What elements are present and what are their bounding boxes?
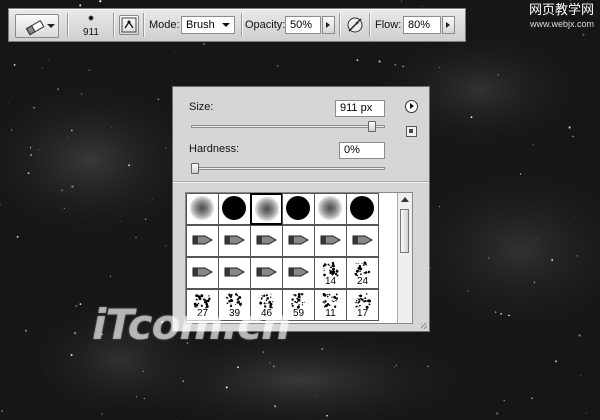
hardness-field[interactable]: 0% [339,142,385,159]
brush-preset-tip[interactable] [186,257,219,289]
brush-tip-icon [288,267,310,277]
brush-preset-tip[interactable] [218,225,251,257]
brush-size-readout: 911 [83,27,99,38]
brush-preset-hard[interactable] [218,193,251,225]
brush-preset-soft[interactable] [250,193,283,225]
toggle-brush-panel-icon [121,17,137,33]
brush-tip-icon [255,197,279,221]
brush-tip-icon [318,196,342,220]
chevron-down-icon [47,24,55,28]
panel-divider [173,181,429,183]
brush-preset-picker[interactable]: 911 [77,12,105,40]
watermark-site: 网页教学网 www.webjx.com [529,3,594,31]
brush-tip-icon [222,196,246,220]
size-slider-track[interactable] [191,125,385,128]
size-slider-thumb[interactable] [367,121,376,132]
mode-select-value: Brush [186,19,215,31]
brush-tip-icon [256,267,278,277]
resize-grip[interactable] [421,323,427,329]
hardness-label: Hardness: [189,143,240,155]
scrollbar-thumb[interactable] [400,209,409,253]
brush-preset-scatter[interactable]: 24 [346,257,379,289]
hardness-slider-track[interactable] [191,167,385,170]
site-logo-watermark: iTcom.cn [92,300,291,349]
tool-options-bar: 911 Mode: Brush Opacity: 50% Flow: 80% [8,8,466,42]
tool-preset-picker[interactable] [15,14,59,38]
flow-slider-button[interactable] [442,16,455,34]
preset-list-scrollbar[interactable] [397,193,412,323]
brush-tip-icon [224,267,246,277]
brush-preset-soft[interactable] [186,193,219,225]
brush-preset-scatter[interactable]: 11 [314,289,347,321]
airbrush-button[interactable] [345,15,365,35]
brush-preset-tip[interactable] [250,257,283,289]
opacity-field[interactable]: 50% [285,16,321,34]
brush-preset-tip[interactable] [250,225,283,257]
chevron-up-icon[interactable] [401,197,409,202]
brush-tip-icon [190,196,214,220]
eraser-icon [25,19,45,36]
hardness-slider-thumb[interactable] [191,163,199,174]
size-field[interactable]: 911 px [335,100,385,117]
watermark-title: 网页教学网 [528,2,594,17]
size-label: Size: [189,101,214,113]
brush-preset-scatter[interactable]: 14 [314,257,347,289]
flow-field[interactable]: 80% [403,16,441,34]
brush-tip-icon [256,235,278,245]
brush-preset-tip[interactable] [346,225,379,257]
brush-tip-icon [286,196,310,220]
toggle-brush-panel-button[interactable] [119,15,139,35]
brush-preset-hard[interactable] [282,193,315,225]
new-preset-button[interactable] [406,126,417,137]
brush-tip-icon [192,267,214,277]
brush-tip-icon [288,235,310,245]
brush-preset-soft[interactable] [314,193,347,225]
airbrush-icon [347,17,363,33]
chevron-down-icon [222,23,230,27]
brush-preset-scatter[interactable]: 17 [346,289,379,321]
panel-menu-button[interactable] [405,100,418,113]
mode-label: Mode: [149,19,180,31]
brush-preset-tip[interactable] [282,225,315,257]
mode-select[interactable]: Brush [181,16,235,34]
brush-tip-icon [320,235,342,245]
brush-preset-tip[interactable] [218,257,251,289]
brush-tip-icon [192,235,214,245]
opacity-slider-button[interactable] [322,16,335,34]
opacity-label: Opacity: [245,19,286,31]
brush-preset-panel: Size: 911 px Hardness: 0% 14 24 27 39 46 59 11… [172,86,430,332]
flow-label: Flow: [375,19,402,31]
brush-preset-tip[interactable] [186,225,219,257]
brush-preset-picker-icon [88,15,94,21]
brush-preset-tip[interactable] [282,257,315,289]
brush-preset-tip[interactable] [314,225,347,257]
brush-tip-icon [352,235,374,245]
watermark-url: www.webjx.com [529,19,594,29]
brush-tip-icon [224,235,246,245]
brush-size-label: 14 [324,276,337,287]
brush-size-label: 17 [356,308,369,319]
brush-tip-icon [350,196,374,220]
brush-size-label: 11 [325,308,336,319]
brush-preset-hard[interactable] [346,193,379,225]
brush-size-label: 24 [356,276,369,287]
